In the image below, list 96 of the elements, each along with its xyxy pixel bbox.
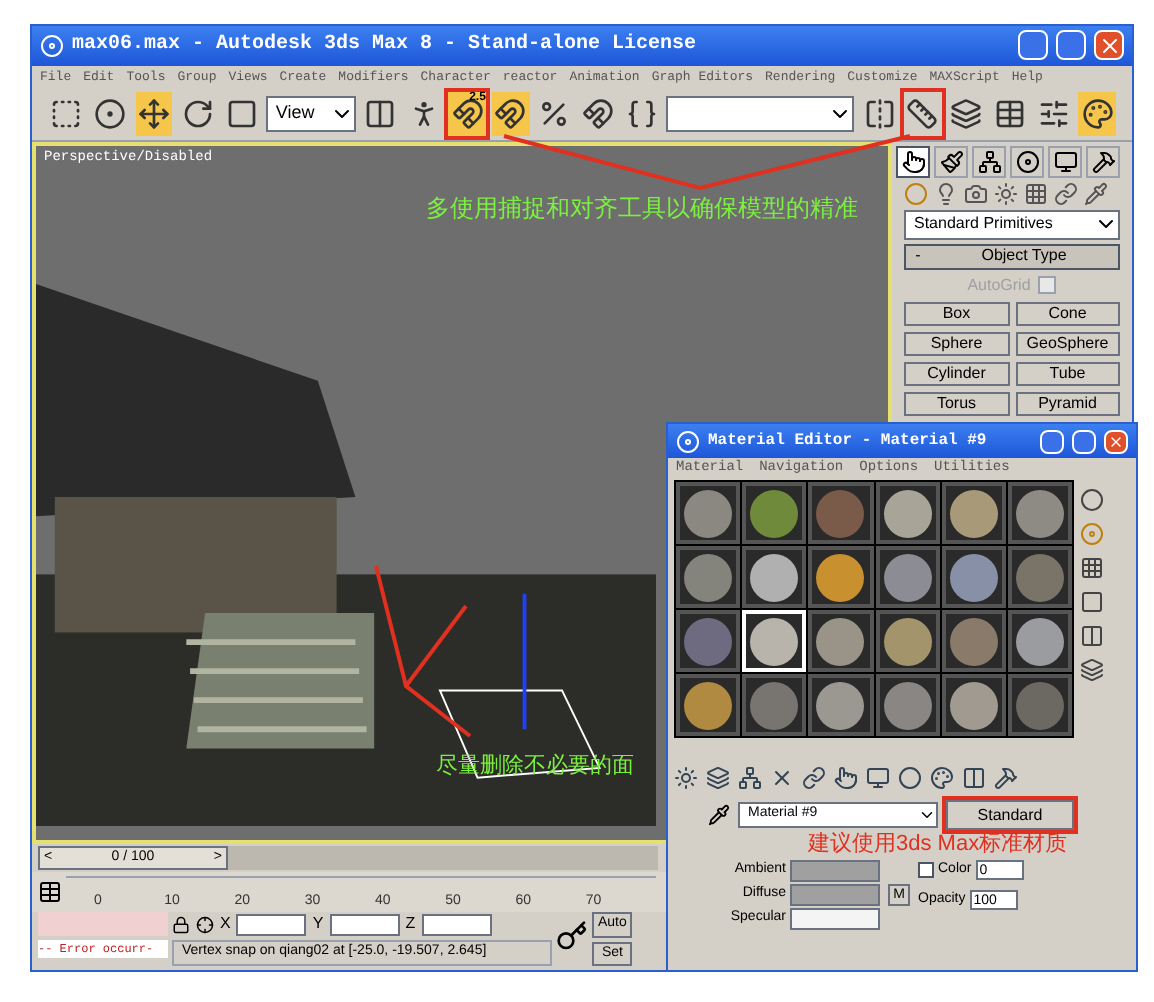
toolbar-dropdown[interactable]: View <box>265 96 356 133</box>
tool-icon <box>581 98 614 131</box>
primitive-button[interactable]: Pyramid <box>1015 391 1120 415</box>
tool-icon <box>225 98 258 131</box>
app-logo-icon <box>40 33 64 58</box>
material-tool-icon[interactable] <box>866 766 890 790</box>
toolbar-dropdown[interactable] <box>666 96 855 133</box>
category-icon[interactable] <box>934 181 958 205</box>
key-icon[interactable] <box>556 920 588 953</box>
material-tool-icon[interactable] <box>802 766 826 790</box>
primitive-button[interactable]: Tube <box>1015 361 1120 385</box>
tab-icon <box>1053 149 1077 173</box>
tool-icon <box>363 98 396 131</box>
color-swatch[interactable] <box>790 908 880 930</box>
side-tool-icon[interactable] <box>1080 556 1104 580</box>
tool-icon <box>181 98 214 131</box>
panel-tab[interactable] <box>972 145 1006 177</box>
primitive-button[interactable]: Sphere <box>904 331 1009 355</box>
material-tool-icon[interactable] <box>674 766 698 790</box>
color-swatch[interactable] <box>790 884 880 906</box>
category-icon[interactable] <box>1084 181 1108 205</box>
y-coordinate-field[interactable] <box>329 913 400 936</box>
material-tool-icon[interactable] <box>738 766 762 790</box>
close-button[interactable] <box>1094 30 1124 61</box>
panel-tab[interactable] <box>1086 145 1120 177</box>
coord-label: X <box>220 912 231 937</box>
material-tool-icon[interactable] <box>834 766 858 790</box>
minimize-button[interactable] <box>1018 30 1048 61</box>
tab-icon <box>901 149 925 173</box>
app-logo-icon <box>676 429 700 453</box>
pick-material-icon[interactable] <box>708 804 730 826</box>
category-icon[interactable] <box>994 181 1018 205</box>
category-icon[interactable] <box>1054 181 1078 205</box>
tool-icon <box>994 98 1026 131</box>
panel-tab[interactable] <box>1010 145 1044 177</box>
panel-tab[interactable] <box>934 145 968 177</box>
lock-icon[interactable] <box>172 915 190 934</box>
maximize-button[interactable] <box>1056 30 1086 61</box>
material-tool-icon[interactable] <box>994 766 1018 790</box>
panel-tab[interactable] <box>896 145 930 177</box>
primitive-button[interactable]: Box <box>904 301 1009 325</box>
material-type-button[interactable]: Standard <box>946 800 1074 830</box>
maximize-button[interactable] <box>1072 429 1096 453</box>
color-checkbox[interactable] <box>918 862 934 879</box>
tool-icon <box>451 98 484 131</box>
toolbar-button[interactable] <box>135 92 173 137</box>
window-title: max06.max - Autodesk 3ds Max 8 - Stand-alone License <box>72 31 699 61</box>
primitive-button[interactable]: Torus <box>904 391 1009 415</box>
rollout-header[interactable]: - Object Type <box>904 243 1120 269</box>
tool-icon <box>94 98 127 131</box>
material-tool-icon[interactable] <box>962 766 986 790</box>
material-tool-icon[interactable] <box>898 766 922 790</box>
absolute-mode-icon[interactable] <box>196 915 214 934</box>
z-coordinate-field[interactable] <box>421 913 492 936</box>
tool-icon <box>538 98 571 131</box>
side-tool-icon[interactable] <box>1080 624 1104 648</box>
category-icon[interactable] <box>964 181 988 205</box>
coord-label: Y <box>312 912 324 937</box>
primitive-button[interactable]: GeoSphere <box>1015 331 1120 355</box>
tool-icon <box>863 98 896 131</box>
tool-icon <box>137 98 170 131</box>
tab-icon <box>939 149 963 173</box>
coord-label: Z <box>405 912 416 937</box>
tool-icon <box>494 98 527 131</box>
color-swatch[interactable] <box>790 860 880 882</box>
side-tool-icon[interactable] <box>1080 658 1104 682</box>
tool-icon <box>906 98 939 131</box>
category-dropdown[interactable]: Standard Primitives <box>904 209 1120 239</box>
category-icon[interactable] <box>1024 181 1048 205</box>
toolbar-button[interactable] <box>491 92 530 137</box>
close-icon <box>1108 433 1124 449</box>
material-tool-icon[interactable] <box>770 766 794 790</box>
annotation-text: 多使用捕捉和对齐工具以确保模型的精准 <box>426 191 858 225</box>
tool-icon <box>1037 98 1070 131</box>
panel-tab[interactable] <box>1048 145 1082 177</box>
side-tool-icon[interactable] <box>1080 590 1104 614</box>
tool-icon <box>1081 98 1114 131</box>
minimize-button[interactable] <box>1040 429 1064 453</box>
close-button[interactable] <box>1104 429 1128 453</box>
tool-icon <box>950 98 983 131</box>
tab-icon <box>1091 149 1115 173</box>
material-tool-icon[interactable] <box>930 766 954 790</box>
listener-field[interactable] <box>38 912 168 937</box>
close-icon <box>1097 33 1121 58</box>
toolbar-button[interactable] <box>1078 92 1116 137</box>
tool-icon <box>625 98 658 131</box>
toolbar-button[interactable] <box>904 92 942 137</box>
tab-icon <box>977 149 1001 173</box>
side-tool-icon[interactable] <box>1080 488 1104 512</box>
primitive-button[interactable]: Cone <box>1015 301 1120 325</box>
x-coordinate-field[interactable] <box>236 913 307 936</box>
tool-icon <box>50 98 83 131</box>
material-tool-icon[interactable] <box>706 766 730 790</box>
primitive-button[interactable]: Cylinder <box>904 361 1009 385</box>
track-view-icon[interactable] <box>38 880 62 905</box>
tab-icon <box>1015 149 1039 173</box>
